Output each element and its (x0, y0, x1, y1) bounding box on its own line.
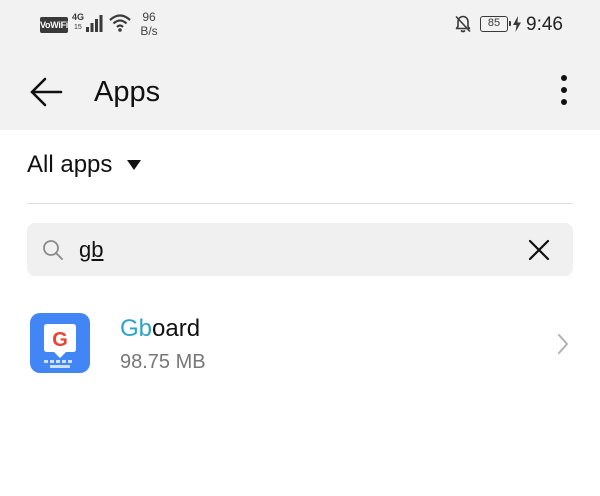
search-input[interactable] (79, 233, 499, 266)
charging-icon (513, 16, 521, 32)
search-icon (43, 240, 63, 260)
app-list-item[interactable]: G Gboard 98.75 MB (0, 300, 600, 388)
more-vert-icon (561, 75, 567, 105)
app-detail-chevron (552, 330, 574, 358)
clear-search-button[interactable] (525, 236, 553, 264)
vowifi-badge: VoWiFi (40, 17, 68, 33)
more-options-button[interactable] (546, 70, 582, 110)
network-sim-label: 15 (74, 24, 82, 31)
svg-text:G: G (52, 329, 68, 351)
network-speed-unit: B/s (140, 24, 158, 38)
gboard-icon: G (30, 313, 90, 373)
app-size: 98.75 MB (120, 351, 206, 373)
app-filter-dropdown[interactable]: All apps (27, 148, 142, 182)
back-arrow-icon (30, 77, 63, 107)
chevron-right-icon (558, 334, 568, 354)
app-name-match: Gb (120, 315, 153, 342)
signal-icon (86, 15, 103, 32)
filter-label: All apps (27, 151, 113, 178)
status-time: 9:46 (526, 14, 563, 35)
back-button[interactable] (24, 70, 68, 114)
page-title: Apps (94, 76, 161, 108)
section-divider (27, 203, 573, 204)
status-bar: VoWiFi 4G 15 96 B/s 85 9:46 (0, 0, 600, 50)
battery-icon: 85 (480, 16, 511, 32)
bell-off-icon (455, 15, 471, 33)
network-type: 4G (72, 12, 85, 22)
app-name-rest: oard (152, 315, 201, 342)
close-icon (528, 239, 550, 261)
dropdown-triangle-icon (127, 160, 142, 170)
wifi-icon (109, 14, 131, 32)
apps-screen: VoWiFi 4G 15 96 B/s 85 9:46 Apps All app… (0, 0, 600, 496)
network-speed-value: 96 (142, 10, 156, 24)
search-box (27, 223, 573, 276)
app-name: Gboard (120, 314, 200, 344)
network-speed: 96 B/s (136, 10, 162, 38)
